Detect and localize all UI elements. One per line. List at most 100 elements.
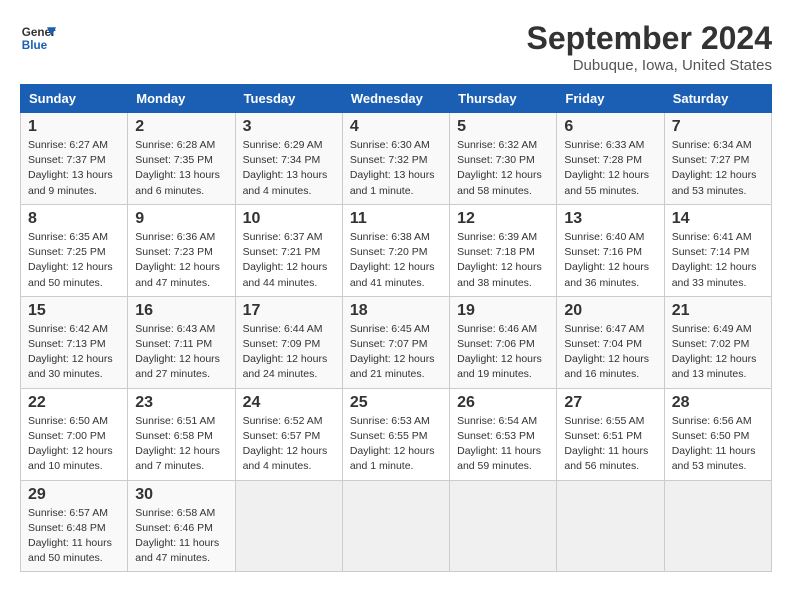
- sunset-label: Sunset: 7:07 PM: [350, 338, 428, 350]
- daylight-label: Daylight: 13 hours and 6 minutes.: [135, 169, 220, 196]
- sunrise-label: Sunrise: 6:34 AM: [672, 139, 752, 151]
- daylight-label: Daylight: 12 hours and 30 minutes.: [28, 353, 113, 380]
- day-info: Sunrise: 6:46 AM Sunset: 7:06 PM Dayligh…: [457, 322, 549, 383]
- calendar-cell: 25 Sunrise: 6:53 AM Sunset: 6:55 PM Dayl…: [342, 388, 449, 480]
- day-number: 17: [243, 302, 335, 320]
- title-block: September 2024 Dubuque, Iowa, United Sta…: [527, 20, 772, 74]
- sunrise-label: Sunrise: 6:32 AM: [457, 139, 537, 151]
- calendar-cell: 23 Sunrise: 6:51 AM Sunset: 6:58 PM Dayl…: [128, 388, 235, 480]
- day-number: 10: [243, 210, 335, 228]
- sunrise-label: Sunrise: 6:57 AM: [28, 507, 108, 519]
- sunrise-label: Sunrise: 6:29 AM: [243, 139, 323, 151]
- calendar-week-5: 29 Sunrise: 6:57 AM Sunset: 6:48 PM Dayl…: [21, 480, 772, 572]
- day-number: 3: [243, 118, 335, 136]
- day-number: 24: [243, 394, 335, 412]
- sunrise-label: Sunrise: 6:52 AM: [243, 415, 323, 427]
- sunset-label: Sunset: 7:23 PM: [135, 246, 213, 258]
- sunset-label: Sunset: 6:48 PM: [28, 522, 106, 534]
- day-number: 16: [135, 302, 227, 320]
- calendar-cell: 22 Sunrise: 6:50 AM Sunset: 7:00 PM Dayl…: [21, 388, 128, 480]
- page-title: September 2024: [527, 20, 772, 57]
- sunrise-label: Sunrise: 6:54 AM: [457, 415, 537, 427]
- daylight-label: Daylight: 11 hours and 59 minutes.: [457, 445, 541, 472]
- page-header: General Blue September 2024 Dubuque, Iow…: [20, 20, 772, 74]
- day-number: 23: [135, 394, 227, 412]
- sunrise-label: Sunrise: 6:27 AM: [28, 139, 108, 151]
- calendar-cell: [342, 480, 449, 572]
- calendar-cell: [235, 480, 342, 572]
- day-number: 14: [672, 210, 764, 228]
- calendar-cell: 18 Sunrise: 6:45 AM Sunset: 7:07 PM Dayl…: [342, 296, 449, 388]
- sunrise-label: Sunrise: 6:37 AM: [243, 231, 323, 243]
- sunrise-label: Sunrise: 6:47 AM: [564, 323, 644, 335]
- daylight-label: Daylight: 12 hours and 50 minutes.: [28, 261, 113, 288]
- sunset-label: Sunset: 7:35 PM: [135, 154, 213, 166]
- day-number: 25: [350, 394, 442, 412]
- day-number: 27: [564, 394, 656, 412]
- sunset-label: Sunset: 7:30 PM: [457, 154, 535, 166]
- col-sunday: Sunday: [21, 85, 128, 113]
- day-info: Sunrise: 6:54 AM Sunset: 6:53 PM Dayligh…: [457, 414, 549, 475]
- sunset-label: Sunset: 6:58 PM: [135, 430, 213, 442]
- calendar-cell: 15 Sunrise: 6:42 AM Sunset: 7:13 PM Dayl…: [21, 296, 128, 388]
- calendar-cell: 27 Sunrise: 6:55 AM Sunset: 6:51 PM Dayl…: [557, 388, 664, 480]
- sunrise-label: Sunrise: 6:58 AM: [135, 507, 215, 519]
- calendar-cell: 30 Sunrise: 6:58 AM Sunset: 6:46 PM Dayl…: [128, 480, 235, 572]
- calendar-cell: 20 Sunrise: 6:47 AM Sunset: 7:04 PM Dayl…: [557, 296, 664, 388]
- calendar-header-row: Sunday Monday Tuesday Wednesday Thursday…: [21, 85, 772, 113]
- day-info: Sunrise: 6:50 AM Sunset: 7:00 PM Dayligh…: [28, 414, 120, 475]
- day-number: 12: [457, 210, 549, 228]
- daylight-label: Daylight: 12 hours and 27 minutes.: [135, 353, 220, 380]
- day-info: Sunrise: 6:39 AM Sunset: 7:18 PM Dayligh…: [457, 230, 549, 291]
- sunrise-label: Sunrise: 6:50 AM: [28, 415, 108, 427]
- day-info: Sunrise: 6:57 AM Sunset: 6:48 PM Dayligh…: [28, 506, 120, 567]
- sunset-label: Sunset: 7:06 PM: [457, 338, 535, 350]
- daylight-label: Daylight: 12 hours and 13 minutes.: [672, 353, 757, 380]
- sunrise-label: Sunrise: 6:55 AM: [564, 415, 644, 427]
- calendar-cell: 24 Sunrise: 6:52 AM Sunset: 6:57 PM Dayl…: [235, 388, 342, 480]
- day-number: 13: [564, 210, 656, 228]
- daylight-label: Daylight: 12 hours and 38 minutes.: [457, 261, 542, 288]
- calendar-cell: 29 Sunrise: 6:57 AM Sunset: 6:48 PM Dayl…: [21, 480, 128, 572]
- day-info: Sunrise: 6:30 AM Sunset: 7:32 PM Dayligh…: [350, 138, 442, 199]
- day-number: 15: [28, 302, 120, 320]
- daylight-label: Daylight: 12 hours and 7 minutes.: [135, 445, 220, 472]
- day-number: 7: [672, 118, 764, 136]
- day-number: 22: [28, 394, 120, 412]
- daylight-label: Daylight: 12 hours and 53 minutes.: [672, 169, 757, 196]
- sunrise-label: Sunrise: 6:35 AM: [28, 231, 108, 243]
- daylight-label: Daylight: 12 hours and 44 minutes.: [243, 261, 328, 288]
- sunset-label: Sunset: 7:11 PM: [135, 338, 212, 350]
- day-number: 5: [457, 118, 549, 136]
- sunset-label: Sunset: 7:13 PM: [28, 338, 106, 350]
- daylight-label: Daylight: 12 hours and 10 minutes.: [28, 445, 113, 472]
- day-info: Sunrise: 6:33 AM Sunset: 7:28 PM Dayligh…: [564, 138, 656, 199]
- sunset-label: Sunset: 7:14 PM: [672, 246, 750, 258]
- calendar-cell: 26 Sunrise: 6:54 AM Sunset: 6:53 PM Dayl…: [450, 388, 557, 480]
- sunset-label: Sunset: 7:20 PM: [350, 246, 428, 258]
- day-info: Sunrise: 6:37 AM Sunset: 7:21 PM Dayligh…: [243, 230, 335, 291]
- day-number: 18: [350, 302, 442, 320]
- sunset-label: Sunset: 6:57 PM: [243, 430, 321, 442]
- day-info: Sunrise: 6:44 AM Sunset: 7:09 PM Dayligh…: [243, 322, 335, 383]
- calendar-cell: 12 Sunrise: 6:39 AM Sunset: 7:18 PM Dayl…: [450, 204, 557, 296]
- sunset-label: Sunset: 6:50 PM: [672, 430, 750, 442]
- calendar-cell: 10 Sunrise: 6:37 AM Sunset: 7:21 PM Dayl…: [235, 204, 342, 296]
- sunset-label: Sunset: 7:28 PM: [564, 154, 642, 166]
- daylight-label: Daylight: 12 hours and 55 minutes.: [564, 169, 649, 196]
- col-tuesday: Tuesday: [235, 85, 342, 113]
- day-info: Sunrise: 6:29 AM Sunset: 7:34 PM Dayligh…: [243, 138, 335, 199]
- sunrise-label: Sunrise: 6:40 AM: [564, 231, 644, 243]
- day-info: Sunrise: 6:56 AM Sunset: 6:50 PM Dayligh…: [672, 414, 764, 475]
- sunrise-label: Sunrise: 6:28 AM: [135, 139, 215, 151]
- daylight-label: Daylight: 12 hours and 16 minutes.: [564, 353, 649, 380]
- sunset-label: Sunset: 7:25 PM: [28, 246, 106, 258]
- day-info: Sunrise: 6:34 AM Sunset: 7:27 PM Dayligh…: [672, 138, 764, 199]
- daylight-label: Daylight: 12 hours and 47 minutes.: [135, 261, 220, 288]
- calendar-cell: 17 Sunrise: 6:44 AM Sunset: 7:09 PM Dayl…: [235, 296, 342, 388]
- day-info: Sunrise: 6:49 AM Sunset: 7:02 PM Dayligh…: [672, 322, 764, 383]
- day-info: Sunrise: 6:53 AM Sunset: 6:55 PM Dayligh…: [350, 414, 442, 475]
- daylight-label: Daylight: 11 hours and 47 minutes.: [135, 537, 219, 564]
- day-info: Sunrise: 6:51 AM Sunset: 6:58 PM Dayligh…: [135, 414, 227, 475]
- daylight-label: Daylight: 12 hours and 4 minutes.: [243, 445, 328, 472]
